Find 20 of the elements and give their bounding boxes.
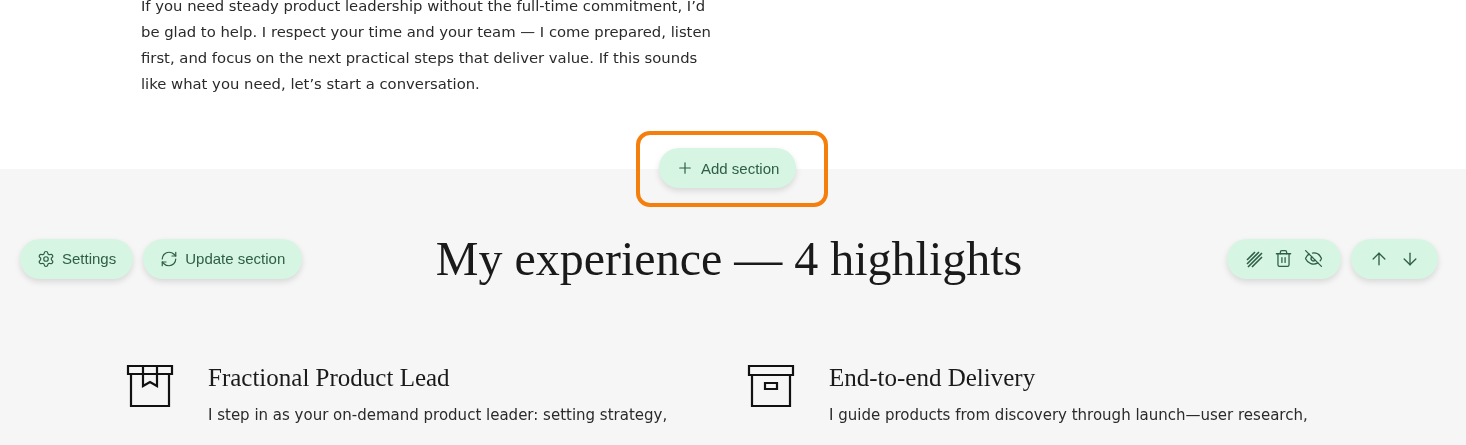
settings-button[interactable]: Settings: [20, 238, 134, 279]
eye-off-icon: [1304, 249, 1323, 268]
pattern-button[interactable]: [1245, 249, 1263, 268]
plus-icon: [676, 159, 694, 177]
archive-icon: [747, 364, 795, 408]
section-title: My experience — 4 highlights: [434, 231, 1024, 286]
card-text: I guide products from discovery through launch—user research,: [829, 405, 1309, 426]
card-text: I step in as your on-demand product leader: setting strategy,: [208, 405, 669, 426]
card-title: End-to-end Delivery: [829, 364, 1037, 392]
add-section-button[interactable]: Add section: [659, 148, 797, 188]
card-title: Fractional Product Lead: [208, 364, 451, 392]
hatch-icon: [1245, 249, 1263, 268]
delete-button[interactable]: [1274, 249, 1293, 268]
settings-icon: [37, 249, 55, 268]
intro-paragraph: If you need steady product leadership without the full-time commitment, I’d be glad to help. I respect your time and your team — I come prepared, listen first, and focus on the next practical steps that deliver value. If this sounds like what you need, let’s start a conversation.: [141, 0, 712, 94]
box-icon: [126, 364, 174, 408]
refresh-icon: [160, 249, 179, 268]
trash-icon: [1274, 249, 1293, 268]
hide-button[interactable]: [1304, 249, 1323, 268]
update-section-button[interactable]: Update section: [143, 238, 303, 279]
